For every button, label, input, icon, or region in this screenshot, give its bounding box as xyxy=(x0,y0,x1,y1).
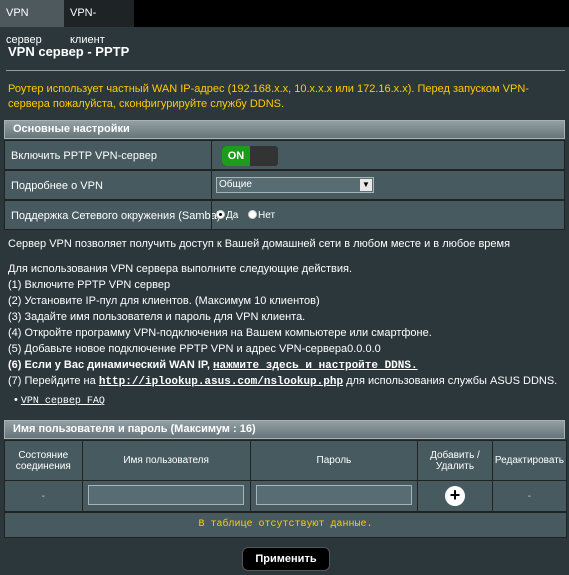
col-edit: Редактировать xyxy=(491,440,568,481)
step-6: (6) Если у Вас динамический WAN IP, нажм… xyxy=(8,359,418,372)
faq-item: • VPN сервер FAQ xyxy=(14,394,105,407)
users-input-row: - + - xyxy=(4,480,568,512)
enable-pptp-row: Включить PPTP VPN-сервер ON xyxy=(4,140,565,170)
toggle-knob xyxy=(250,146,278,166)
tab-bar: VPN сервер VPN-клиент xyxy=(0,0,569,46)
users-table: Состояние соединения Имя пользователя Па… xyxy=(4,440,568,512)
col-username: Имя пользователя xyxy=(81,440,251,481)
col-add-remove: Добавить / Удалить xyxy=(417,440,493,481)
password-input[interactable] xyxy=(255,484,412,505)
steps-title: Для использования VPN сервера выполните … xyxy=(8,263,353,275)
step-3: (3) Задайте имя пользователя и пароль дл… xyxy=(8,311,306,323)
enable-pptp-toggle[interactable]: ON xyxy=(222,146,278,166)
bullet-icon: • xyxy=(14,394,18,406)
step-5: (5) Добавьте новое подключение PPTP VPN … xyxy=(8,343,381,355)
page-title: VPN сервер - PPTP xyxy=(8,44,130,59)
basic-settings-header: Основные настройки xyxy=(4,120,565,139)
vpn-intro-text: Сервер VPN позволяет получить доступ к В… xyxy=(8,238,511,250)
iplookup-link[interactable]: http://iplookup.asus.com/nslookup.php xyxy=(99,376,343,388)
vpn-details-label: Подробнее о VPN xyxy=(11,180,103,192)
row-edit: - xyxy=(491,480,568,512)
title-divider xyxy=(6,70,565,71)
add-user-icon[interactable]: + xyxy=(444,486,465,506)
password-cell xyxy=(249,480,419,512)
col-password: Пароль xyxy=(249,440,419,481)
apply-button[interactable]: Применить xyxy=(242,547,330,571)
faq-link[interactable]: VPN сервер FAQ xyxy=(21,396,105,407)
toggle-on-label: ON xyxy=(222,146,250,166)
chevron-down-icon: ▼ xyxy=(360,179,372,191)
step-7-text: (7) Перейдите на xyxy=(8,375,99,387)
step-7: (7) Перейдите на http://iplookup.asus.co… xyxy=(8,375,557,388)
col-status: Состояние соединения xyxy=(4,440,83,481)
empty-table-message: В таблице отсутствуют данные. xyxy=(4,512,567,538)
tab-vpn-client[interactable]: VPN-клиент xyxy=(64,0,134,46)
vpn-details-value: Общие xyxy=(219,179,252,190)
users-header: Имя пользователя и пароль (Максимум : 16… xyxy=(4,420,565,439)
ddns-notice: Роутер использует частный WAN IP-адрес (… xyxy=(8,83,529,110)
samba-yes-radio[interactable]: Да xyxy=(216,210,238,221)
vpn-details-select[interactable]: Общие ▼ xyxy=(216,177,374,193)
step-1: (1) Включите PPTP VPN сервер xyxy=(8,279,171,291)
step-7-suffix: для использования службы ASUS DDNS. xyxy=(343,375,558,387)
row-status: - xyxy=(4,480,83,512)
step-6-text: (6) Если у Вас динамический WAN IP, xyxy=(8,359,213,371)
samba-label: Поддержка Сетевого окружения (Samba) xyxy=(11,210,221,222)
samba-no-label: Нет xyxy=(258,210,276,221)
vpn-details-row: Подробнее о VPN Общие ▼ xyxy=(4,170,565,200)
users-table-header-row: Состояние соединения Имя пользователя Па… xyxy=(4,440,568,481)
step-4: (4) Откройте программу VPN-подключения н… xyxy=(8,327,432,339)
radio-selected-icon xyxy=(216,210,225,219)
username-cell xyxy=(81,480,251,512)
enable-pptp-label: Включить PPTP VPN-сервер xyxy=(11,150,157,162)
step-2: (2) Установите IP-пул для клиентов. (Мак… xyxy=(8,295,320,307)
samba-yes-label: Да xyxy=(226,210,239,221)
samba-row: Поддержка Сетевого окружения (Samba) Да … xyxy=(4,200,565,230)
radio-unselected-icon xyxy=(248,210,257,219)
ddns-setup-link[interactable]: нажмите здесь и настройте DDNS. xyxy=(213,360,418,372)
add-cell: + xyxy=(417,480,493,512)
username-input[interactable] xyxy=(88,484,245,505)
tab-vpn-server[interactable]: VPN сервер xyxy=(0,0,64,46)
samba-no-radio[interactable]: Нет xyxy=(248,210,275,221)
